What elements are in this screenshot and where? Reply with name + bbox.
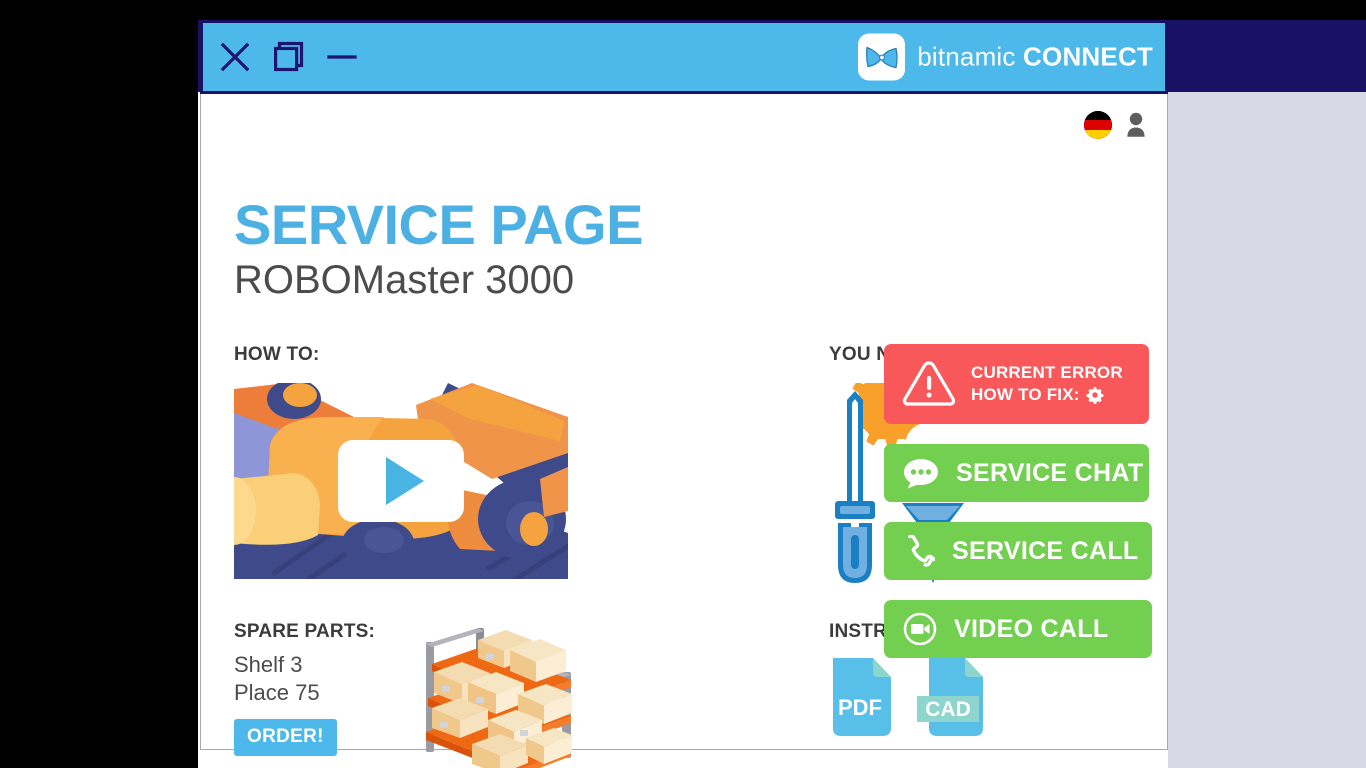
spare-parts-place: Place 75 (234, 679, 320, 705)
service-call-label: SERVICE CALL (952, 536, 1139, 565)
current-error-text: CURRENT ERROR HOW TO FIX: (971, 362, 1123, 406)
how-to-video-thumbnail[interactable] (234, 383, 568, 579)
germany-flag-icon[interactable] (1084, 111, 1112, 139)
screen-root: bitnamic CONNECT SERVICE PAGE ROBOMaster… (0, 0, 1366, 768)
cad-file-icon[interactable]: CAD (917, 658, 987, 736)
action-button-column: CURRENT ERROR HOW TO FIX: SERVICE CHAT S… (884, 344, 1152, 658)
service-call-button[interactable]: SERVICE CALL (884, 522, 1152, 580)
window-controls (220, 41, 357, 73)
restore-window-icon[interactable] (272, 41, 305, 73)
page-title: SERVICE PAGE (234, 193, 643, 256)
window-titlebar: bitnamic CONNECT (200, 20, 1168, 94)
phone-handset-icon (908, 535, 935, 567)
account-row (1084, 111, 1148, 139)
order-button[interactable]: ORDER! (234, 719, 337, 756)
brand-name-bold: CONNECT (1023, 41, 1153, 72)
app-window: bitnamic CONNECT SERVICE PAGE ROBOMaster… (200, 20, 1168, 768)
backdrop-black-left (0, 0, 198, 768)
current-error-line2: HOW TO FIX: (971, 385, 1080, 404)
svg-text:PDF: PDF (838, 695, 882, 720)
brand-lockup: bitnamic CONNECT (858, 33, 1153, 81)
window-content: SERVICE PAGE ROBOMaster 3000 HOW TO: YOU… (200, 94, 1168, 768)
instruction-files: PDF CAD (829, 658, 987, 736)
video-call-button[interactable]: VIDEO CALL (884, 600, 1152, 658)
warning-triangle-icon (902, 361, 956, 406)
brand-name-light: bitnamic (917, 41, 1016, 72)
chat-bubble-icon (904, 459, 938, 489)
spare-parts-shelf: Shelf 3 (234, 652, 303, 677)
current-error-line2-row: HOW TO FIX: (971, 384, 1123, 406)
user-avatar-icon[interactable] (1124, 112, 1148, 138)
current-error-button[interactable]: CURRENT ERROR HOW TO FIX: (884, 344, 1149, 424)
spare-parts-section: SPARE PARTS: Shelf 3 Place 75 ORDER! (234, 621, 579, 768)
spare-parts-label: SPARE PARTS: (234, 621, 376, 642)
play-button[interactable] (338, 440, 464, 522)
bitnamic-bowtie-logo-icon (858, 33, 906, 81)
close-x-icon[interactable] (220, 42, 250, 72)
video-camera-icon (903, 612, 937, 646)
how-to-label: HOW TO: (234, 344, 320, 365)
brand-name: bitnamic CONNECT (917, 42, 1153, 73)
service-chat-label: SERVICE CHAT (956, 458, 1144, 487)
play-triangle-icon (386, 457, 424, 505)
service-chat-button[interactable]: SERVICE CHAT (884, 444, 1149, 502)
backdrop-lavender-panel (1168, 92, 1366, 768)
backdrop-black-top (0, 0, 1366, 20)
pdf-file-icon[interactable]: PDF (829, 658, 895, 736)
current-error-line1: CURRENT ERROR (971, 362, 1123, 382)
video-call-label: VIDEO CALL (954, 614, 1109, 643)
page-subtitle: ROBOMaster 3000 (234, 258, 575, 302)
gear-icon (1086, 387, 1104, 405)
minimize-dash-icon[interactable] (327, 42, 357, 72)
svg-text:CAD: CAD (925, 698, 971, 721)
warehouse-shelf-illustration (426, 628, 572, 768)
how-to-section: HOW TO: (234, 344, 568, 579)
spare-parts-text: SPARE PARTS: Shelf 3 Place 75 ORDER! (234, 621, 412, 768)
